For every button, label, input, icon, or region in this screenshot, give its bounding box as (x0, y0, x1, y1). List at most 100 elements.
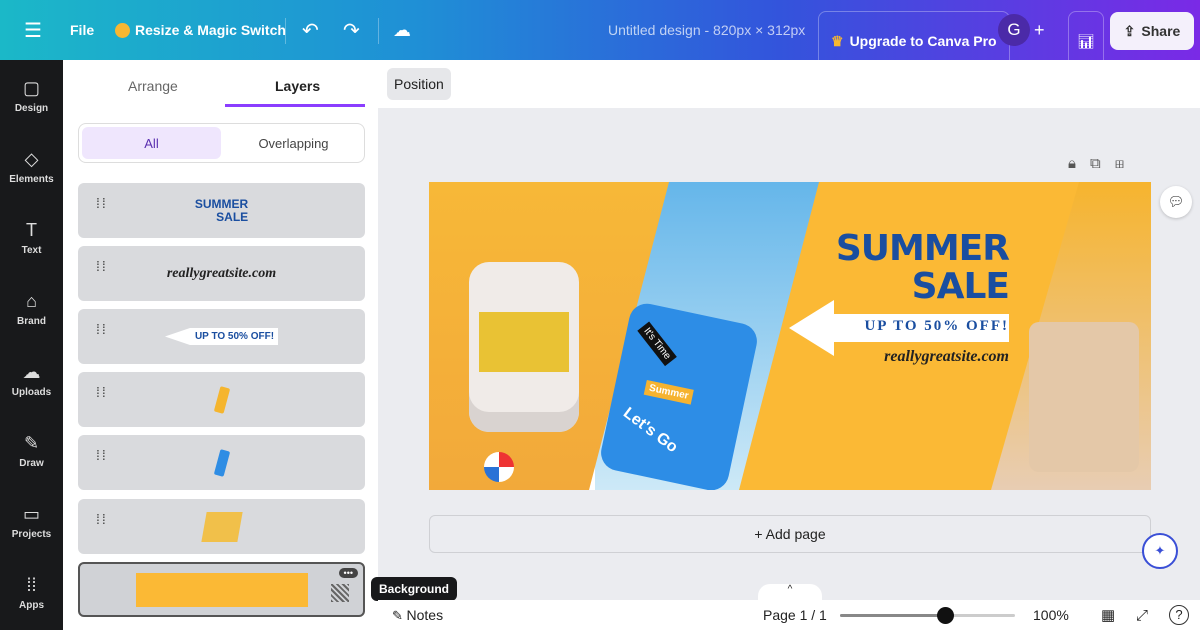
crown-icon (115, 22, 130, 38)
undo-icon[interactable]: ↶ (302, 0, 319, 60)
drag-handle-icon[interactable]: ⁞⁞ (96, 385, 108, 399)
rail-label: Uploads (11, 386, 52, 398)
top-bar: ☰ File Resize & Magic Switch ↶ ↷ ☁ Untit… (0, 0, 1200, 71)
notes-button[interactable]: ✎ Notes (392, 607, 443, 624)
layer-filter: All Overlapping (78, 123, 365, 163)
drag-handle-icon[interactable]: ⁞⁞ (96, 448, 108, 462)
context-toolbar: Position (378, 60, 1200, 108)
elements-icon: ◇ (24, 148, 39, 169)
zoom-level[interactable]: 100% (1033, 607, 1069, 623)
design-icon: ▢ (22, 77, 40, 98)
rail-design[interactable]: ▢ Design (0, 60, 63, 131)
page-indicator[interactable]: Page 1 / 1 (763, 607, 827, 623)
rail-label: Elements (9, 173, 54, 185)
drag-handle-icon[interactable]: ⁞⁞ (96, 196, 108, 210)
beach-ball-image (484, 452, 514, 482)
rail-label: Projects (11, 528, 52, 540)
layer-item[interactable]: ⁞⁞ (78, 499, 365, 554)
sticker: It's Time (637, 321, 677, 367)
layer-item[interactable]: ⁞⁞ (78, 372, 365, 427)
layer-preview: reallygreatsite.com (166, 265, 277, 281)
transparency-icon (331, 584, 349, 602)
photo-thumbnail (200, 511, 243, 542)
comment-icon[interactable]: 💬︎ (1160, 186, 1192, 218)
sticker: Summer (643, 379, 694, 405)
more-icon[interactable]: ••• (338, 568, 358, 578)
menu-icon[interactable]: ☰ (24, 0, 42, 60)
layer-item-background[interactable]: ••• (78, 562, 365, 617)
drag-handle-icon[interactable]: ⁞⁞ (96, 322, 108, 336)
filter-overlapping[interactable]: Overlapping (224, 127, 363, 159)
cloud-save-icon[interactable]: ☁ (393, 0, 411, 60)
headline-line: SALE (911, 266, 1010, 307)
tab-arrange[interactable]: Arrange (128, 78, 178, 94)
layer-item[interactable]: ⁞⁞ (78, 435, 365, 490)
add-collaborator-icon[interactable]: + (1034, 0, 1045, 60)
rail-brand[interactable]: ⌂ Brand (0, 273, 63, 344)
rail-label: Text (21, 244, 42, 256)
layer-item[interactable]: ⁞⁞ SUMMER SALE (78, 183, 365, 238)
side-rail: ▢ Design ◇ Elements T Text ⌂ Brand ☁ Uploads … (0, 60, 63, 630)
share-button[interactable]: ⇪ Share (1110, 12, 1194, 50)
notes-icon: ✎ (392, 607, 407, 623)
bag-ribbon (479, 312, 569, 372)
share-label: Share (1141, 23, 1181, 39)
crown-icon: ♛ (831, 32, 844, 49)
layers-panel: Arrange Layers All Overlapping ⁞⁞ SUMMER … (63, 60, 378, 630)
rail-label: Draw (19, 457, 44, 469)
grid-view-icon[interactable]: ▦ (1101, 606, 1115, 624)
rail-projects[interactable]: ▭ Projects (0, 486, 63, 557)
design-title[interactable]: Untitled design - 820px × 312px (608, 0, 805, 60)
design-headline: SUMMER SALE (835, 228, 1010, 307)
magic-assistant-icon[interactable]: ✦ (1142, 533, 1178, 569)
layer-item[interactable]: ⁞⁞ UP TO 50% OFF! (78, 309, 365, 364)
fullscreen-icon[interactable]: ⤢ (1136, 607, 1148, 624)
rail-label: Apps (19, 599, 44, 611)
background-thumbnail (135, 572, 308, 607)
help-icon[interactable]: ? (1169, 605, 1189, 625)
drag-handle-icon[interactable]: ⁞⁞ (96, 512, 108, 526)
text-icon: T (26, 219, 37, 240)
canvas-actions: 🔒︎⧉⊞ (1068, 155, 1138, 172)
position-button[interactable]: Position (387, 68, 451, 100)
layer-preview: UP TO 50% OFF! (164, 328, 279, 345)
rail-apps[interactable]: ⁞⁞ Apps (0, 557, 63, 628)
zoom-slider[interactable] (840, 607, 1015, 624)
zoom-slider-handle[interactable] (937, 607, 954, 624)
upload-icon: ⇪ (1123, 22, 1136, 39)
notes-label: Notes (406, 606, 444, 623)
redo-icon[interactable]: ↷ (343, 0, 360, 60)
suitcase-thumbnail (213, 448, 230, 477)
rail-label: Design (14, 102, 49, 114)
avatar[interactable]: G (998, 14, 1030, 46)
resize-label: Resize & Magic Switch (135, 22, 286, 38)
add-page-button[interactable]: + Add page (429, 515, 1151, 553)
rail-text[interactable]: T Text (0, 202, 63, 273)
resize-button[interactable]: Resize & Magic Switch (115, 0, 286, 60)
tab-layers[interactable]: Layers (275, 78, 320, 94)
zoom-slider-fill (840, 614, 945, 617)
tooltip: Background (371, 577, 458, 601)
lock-icon[interactable]: 🔒︎ (1068, 155, 1090, 172)
uploads-icon: ☁ (22, 361, 41, 382)
sticker: Let's Go (619, 404, 681, 457)
file-menu[interactable]: File (70, 0, 94, 60)
rail-draw[interactable]: ✎ Draw (0, 415, 63, 486)
rail-uploads[interactable]: ☁ Uploads (0, 344, 63, 415)
duplicate-icon[interactable]: ⧉ (1090, 155, 1115, 172)
layer-item[interactable]: ⁞⁞ reallygreatsite.com (78, 246, 365, 301)
add-icon[interactable]: ⊞ (1115, 155, 1139, 172)
upgrade-label: Upgrade to Canva Pro (849, 33, 997, 49)
apps-icon: ⁞⁞ (26, 574, 37, 595)
podium-image (1029, 322, 1139, 472)
layer-preview: SUMMER SALE (194, 196, 249, 224)
filter-all[interactable]: All (82, 127, 221, 159)
website-text: reallygreatsite.com (884, 348, 1009, 365)
design-canvas[interactable]: It's Time Summer Let's Go SUMMER SALE UP … (429, 182, 1151, 490)
draw-icon: ✎ (23, 432, 40, 453)
headline-line: SUMMER (835, 228, 1010, 269)
drag-handle-icon[interactable]: ⁞⁞ (96, 259, 108, 273)
tab-indicator (225, 104, 365, 107)
brand-icon: ⌂ (26, 290, 37, 311)
rail-elements[interactable]: ◇ Elements (0, 131, 63, 202)
